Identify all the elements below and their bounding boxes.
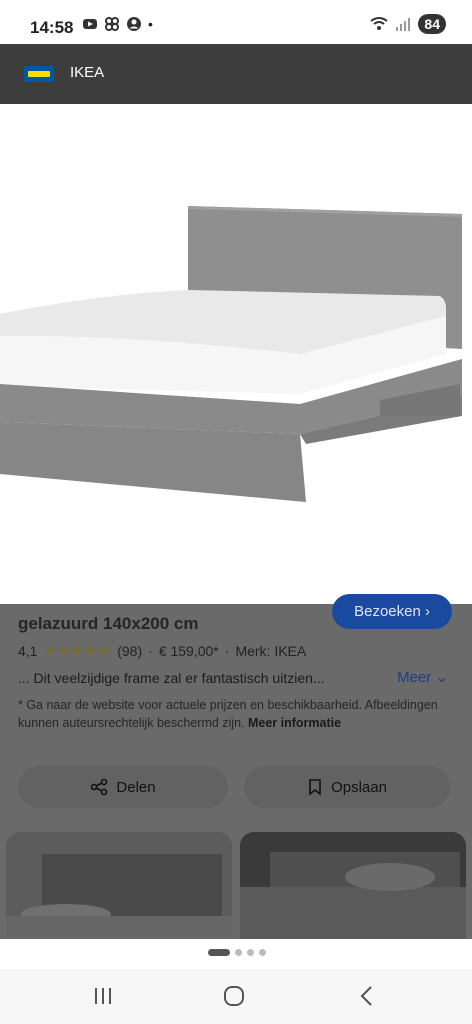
pager-dot-active[interactable] xyxy=(208,949,230,956)
product-details-panel: Bezoeken › gelazuurd 140x200 cm 4,1 ★★★★… xyxy=(0,594,472,940)
ikea-logo xyxy=(24,66,54,82)
wifi-icon xyxy=(370,17,389,30)
related-image-thumbnail[interactable] xyxy=(240,832,466,940)
rating-row: 4,1 ★★★★★ (98) · € 159,00* · Merk: IKEA xyxy=(18,642,306,659)
bookmark-icon xyxy=(309,779,321,796)
related-image-thumbnail[interactable] xyxy=(6,832,232,940)
account-icon xyxy=(127,17,141,31)
more-button[interactable]: Meer ⌄ xyxy=(397,668,448,686)
notification-icons: • xyxy=(82,16,153,32)
bed-thumbnail-illustration xyxy=(6,854,232,940)
pager-dots xyxy=(208,949,266,956)
youtube-icon xyxy=(83,19,97,29)
rating-stars: ★★★★★ xyxy=(43,642,112,658)
more-info-link[interactable]: Meer informatie xyxy=(248,716,341,730)
pinwheel-icon xyxy=(105,17,119,31)
back-icon[interactable] xyxy=(354,983,380,1009)
bedroom-thumbnail-illustration xyxy=(240,832,466,940)
share-icon xyxy=(91,778,108,796)
battery-indicator: 84 xyxy=(418,14,446,34)
system-icons: 84 xyxy=(370,14,446,34)
signal-icon xyxy=(396,18,411,31)
recent-apps-icon[interactable] xyxy=(90,983,116,1009)
product-description: ... Dit veelzijdige frame zal er fantast… xyxy=(18,670,325,686)
visit-button-label: Bezoeken xyxy=(354,603,421,620)
pager-dot[interactable] xyxy=(247,949,254,956)
status-dot: • xyxy=(148,16,153,32)
status-bar: 14:58 • 84 xyxy=(0,0,472,44)
separator: · xyxy=(224,642,230,659)
pager-dot[interactable] xyxy=(235,949,242,956)
pager-dot[interactable] xyxy=(259,949,266,956)
share-label: Delen xyxy=(116,778,156,796)
share-button[interactable]: Delen xyxy=(18,766,228,808)
rating-value: 4,1 xyxy=(18,642,38,659)
bed-illustration xyxy=(0,206,462,502)
disclaimer-text: * Ga naar de website voor actuele prijze… xyxy=(18,698,438,730)
status-time: 14:58 xyxy=(30,18,74,37)
product-title: gelazuurd 140x200 cm xyxy=(18,614,199,633)
product-image[interactable] xyxy=(0,104,472,604)
app-title: IKEA xyxy=(70,64,105,81)
review-count: (98) xyxy=(117,642,143,659)
save-label: Opslaan xyxy=(331,778,387,796)
visit-button[interactable]: Bezoeken › xyxy=(332,594,452,629)
separator: · xyxy=(148,642,153,659)
home-icon[interactable] xyxy=(221,983,247,1009)
price: € 159,00* xyxy=(158,642,219,659)
image-pager xyxy=(0,939,472,969)
brand: Merk: IKEA xyxy=(235,642,307,659)
save-button[interactable]: Opslaan xyxy=(244,766,450,808)
chevron-down-icon: ⌄ xyxy=(435,669,448,686)
disclaimer: * Ga naar de website voor actuele prijze… xyxy=(18,696,448,732)
app-bar: IKEA xyxy=(0,44,472,104)
more-label: Meer xyxy=(397,669,432,686)
system-navigation-bar xyxy=(0,969,472,1024)
